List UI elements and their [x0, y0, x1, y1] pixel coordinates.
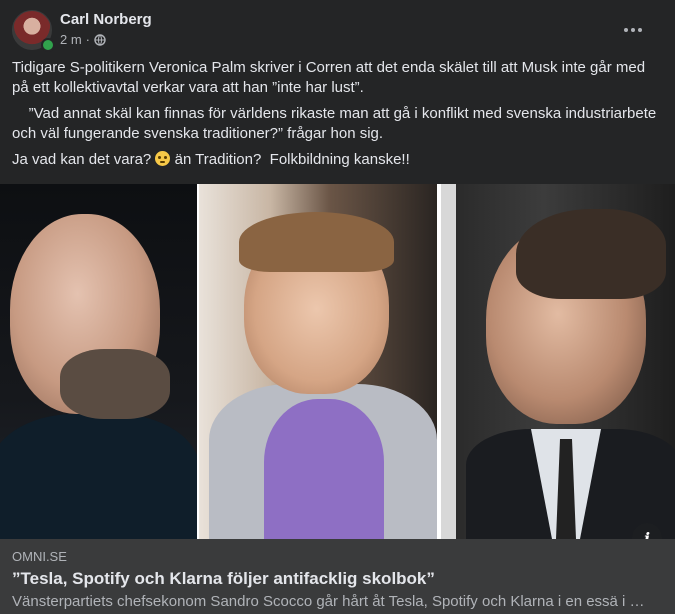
post-text-before-emoji: Ja vad kan det vara? — [12, 151, 156, 168]
image-divider — [437, 184, 456, 539]
globe-icon[interactable] — [94, 33, 106, 46]
face-with-rolling-eyes-emoji-icon — [155, 151, 171, 166]
photo-panel-right — [456, 184, 675, 539]
link-domain: OMNI.SE — [12, 549, 67, 564]
photo-panel-left — [0, 184, 200, 539]
post-header: Carl Norberg 2 m · — [12, 10, 663, 52]
post-paragraph-1: Tidigare S-politikern Veronica Palm skri… — [12, 59, 646, 96]
post-paragraph-2: ”Vad annat skäl kan finnas för världens … — [12, 105, 661, 142]
post-body: Tidigare S-politikern Veronica Palm skri… — [12, 58, 663, 176]
author-name[interactable]: Carl Norberg — [60, 11, 152, 28]
post-meta: 2 m · — [60, 32, 106, 47]
post-paragraph-3: Ja vad kan det vara? än Tradition? Folkb… — [12, 150, 663, 170]
more-options-button[interactable] — [615, 18, 651, 42]
photo-panel-middle — [199, 184, 437, 539]
online-status-indicator — [41, 38, 55, 52]
link-description: Vänsterpartiets chefsekonom Sandro Scocc… — [12, 593, 645, 610]
more-options-icon — [624, 28, 628, 32]
meta-separator: · — [85, 32, 91, 47]
post-timestamp[interactable]: 2 m — [60, 32, 82, 47]
link-preview-card[interactable]: OMNI.SE ”Tesla, Spotify och Klarna följe… — [0, 539, 675, 614]
link-preview-image[interactable] — [0, 184, 675, 539]
post-text-after-emoji: än Tradition? Folkbildning kanske!! — [170, 151, 410, 168]
link-title[interactable]: ”Tesla, Spotify och Klarna följer antifa… — [12, 569, 435, 589]
